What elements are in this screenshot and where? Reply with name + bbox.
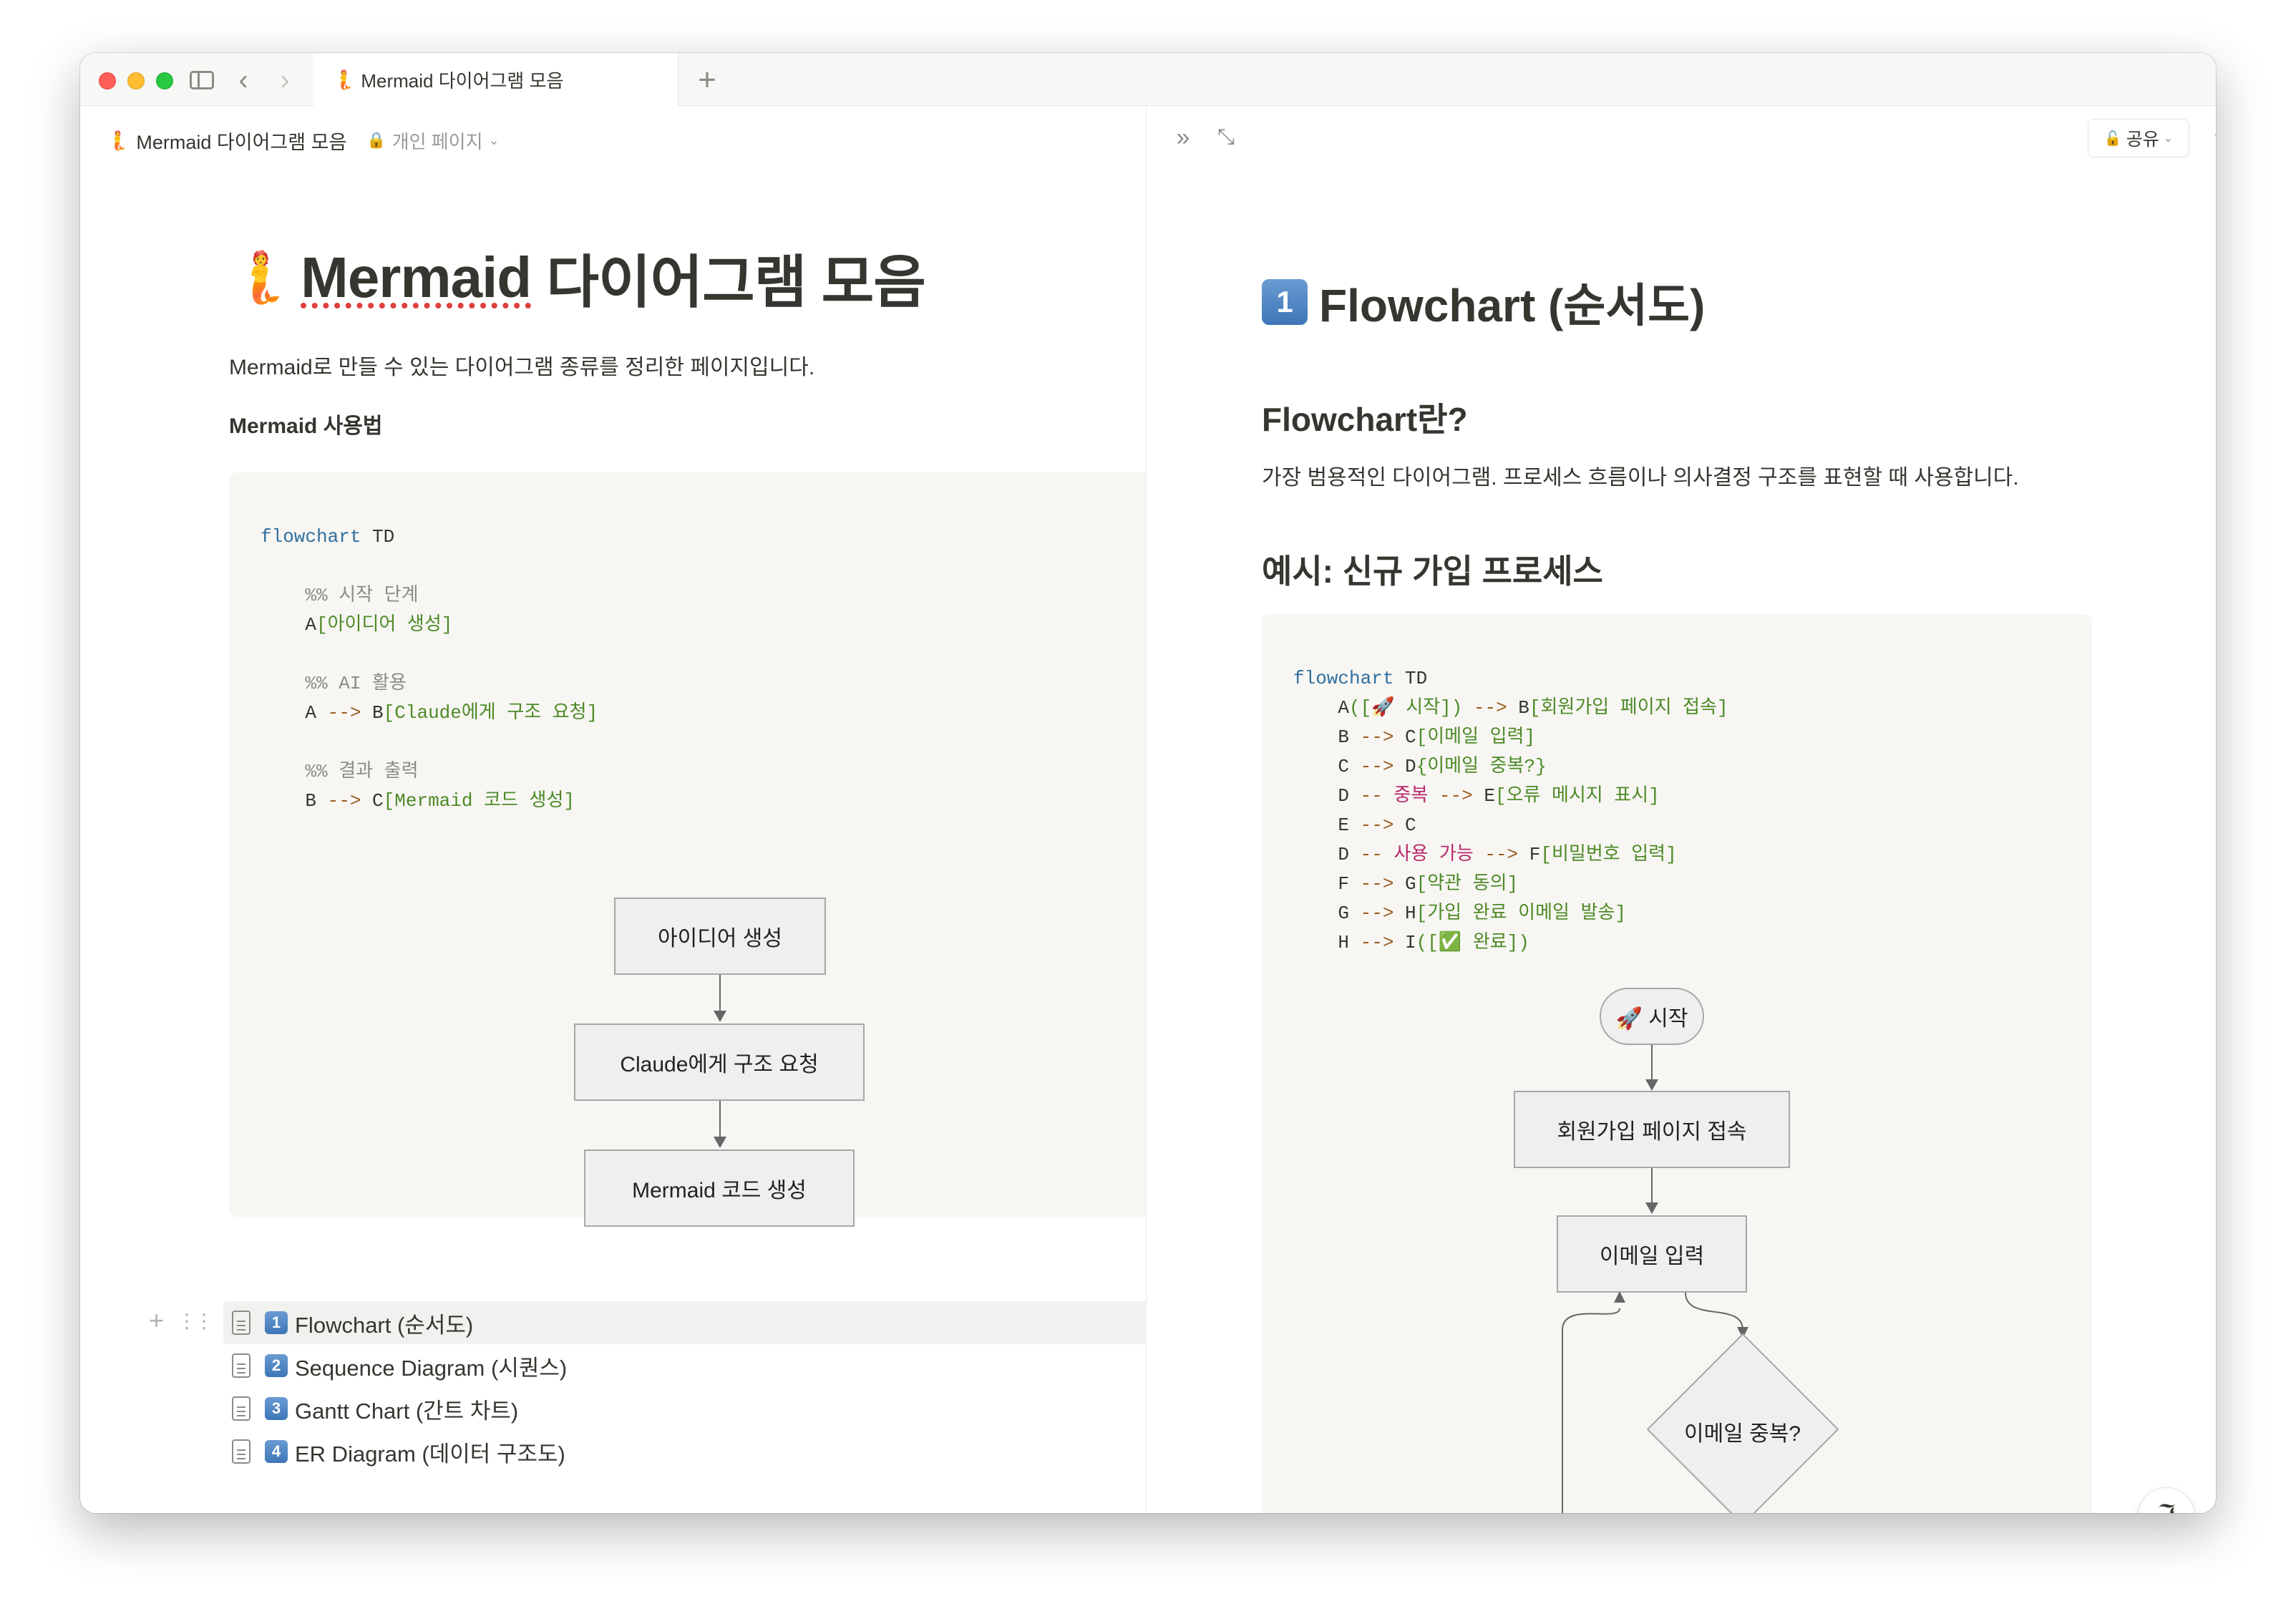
example-code-block[interactable]: flowchart TD A([🚀 시작]) --> B[회원가입 페이지 접속…: [1262, 614, 2092, 1513]
subpage-link-sequence[interactable]: 2 Sequence Diagram (시퀀스): [223, 1344, 1146, 1387]
diagram-node-claude: Claude에게 구조 요청: [574, 1024, 865, 1101]
minimize-window-button[interactable]: [127, 72, 145, 89]
page-title[interactable]: 🧜 Mermaid 다이어그램 모음: [229, 236, 926, 319]
privacy-label[interactable]: 개인 페이지: [392, 127, 483, 154]
subpage-link-er[interactable]: 4 ER Diagram (데이터 구조도): [223, 1430, 1146, 1473]
close-window-button[interactable]: [99, 72, 116, 89]
page-title-word: Mermaid: [301, 245, 532, 309]
notion-ai-button[interactable]: ℑ: [2138, 1487, 2195, 1513]
page-icon: [232, 1311, 250, 1335]
code-node-id: A: [305, 614, 317, 636]
subpage-label: Gantt Chart (간트 차트): [295, 1398, 519, 1424]
code-node-text: [Mermaid 코드 생성]: [383, 790, 575, 812]
chevron-down-icon: ⌄: [2163, 132, 2174, 145]
page-icon: [232, 1439, 250, 1464]
add-block-icon[interactable]: +: [149, 1306, 164, 1336]
lock-icon: 🔓: [2103, 130, 2122, 147]
mermaid-emoji-icon[interactable]: 🧜: [229, 248, 291, 307]
subpage-label: Sequence Diagram (시퀀스): [295, 1355, 568, 1381]
back-arrow-icon[interactable]: ‹: [229, 66, 258, 94]
number-badge-icon: 3: [265, 1397, 288, 1420]
subpage-label: ER Diagram (데이터 구조도): [295, 1441, 565, 1467]
expand-icon[interactable]: ⤡: [1210, 122, 1242, 153]
example-heading[interactable]: 예시: 신규 가입 프로세스: [1262, 545, 1603, 593]
diagram-edge: [719, 975, 721, 1013]
code-node-id: A: [305, 702, 317, 724]
code-text[interactable]: flowchart TD %% 시작 단계 A[아이디어 생성] %% AI 활…: [261, 522, 598, 816]
drag-handle-icon[interactable]: ⋮⋮: [177, 1309, 214, 1333]
subpage-link-gantt[interactable]: 3 Gantt Chart (간트 차트): [223, 1387, 1146, 1430]
mermaid-emoji-icon: 🧜: [332, 68, 356, 90]
mermaid-emoji-icon: 🧜: [106, 129, 130, 151]
mermaid-code-block[interactable]: flowchart TD %% 시작 단계 A[아이디어 생성] %% AI 활…: [229, 472, 1146, 1227]
lock-icon: 🔒: [366, 131, 386, 149]
page-title-rest: 다이어그램 모음: [531, 251, 925, 314]
code-direction: TD: [361, 526, 395, 548]
subpage-link-flowchart[interactable]: 1 Flowchart (순서도): [223, 1301, 1146, 1344]
diagram-edge: [1685, 1292, 1743, 1331]
diagram-edge-loop: [1562, 1308, 1620, 1513]
zoom-window-button[interactable]: [156, 72, 173, 89]
decision-label: 이메일 중복?: [1684, 1422, 1801, 1446]
code-node-id: B: [305, 790, 317, 812]
share-label: 공유: [2126, 130, 2159, 150]
block-handles: + ⋮⋮: [149, 1306, 214, 1336]
favorite-star-icon[interactable]: ☆: [2209, 122, 2216, 153]
section-heading[interactable]: Flowchart란?: [1262, 394, 1468, 441]
side-peek-pane: » ⤡ 🔓 공유 ⌄ ☆ ··· 1 Flowchart (순서도) Flowc…: [1147, 106, 2216, 1513]
main-page-pane: 🧜 Mermaid 다이어그램 모음 🔒 개인 페이지 ⌄ 🧜 Mermaid …: [80, 106, 1147, 1513]
subpage-label: Flowchart (순서도): [295, 1312, 474, 1338]
tab-mermaid[interactable]: 🧜 Mermaid 다이어그램 모음: [313, 53, 678, 106]
code-node-id: C: [372, 790, 384, 812]
page-icon: [232, 1396, 250, 1421]
subpage-list: 1 Flowchart (순서도) 2 Sequence Diagram (시퀀…: [223, 1301, 1146, 1473]
section-description[interactable]: 가장 범용적인 다이어그램. 프로세스 흐름이나 의사결정 구조를 표현할 때 …: [1262, 460, 2019, 491]
number-badge-icon: 1: [1262, 279, 1308, 325]
code-node-text: [Claude에게 구조 요청]: [383, 702, 598, 724]
code-node-id: B: [372, 702, 384, 724]
tab-bar: ‹ › 🧜 Mermaid 다이어그램 모음 +: [80, 53, 2216, 106]
diagram-edge: [719, 1101, 721, 1139]
share-button[interactable]: 🔓 공유 ⌄: [2088, 119, 2189, 157]
peek-page-title[interactable]: 1 Flowchart (순서도): [1262, 269, 1705, 335]
diagram-node-idea: 아이디어 생성: [614, 898, 826, 975]
usage-heading[interactable]: Mermaid 사용법: [229, 408, 383, 439]
intro-paragraph[interactable]: Mermaid로 만들 수 있는 다이어그램 종류를 정리한 페이지입니다.: [229, 349, 814, 381]
number-badge-icon: 4: [265, 1440, 288, 1463]
forward-arrow-icon[interactable]: ›: [271, 66, 299, 94]
app-window: ‹ › 🧜 Mermaid 다이어그램 모음 + 🧜 Mermaid 다이어그램…: [80, 53, 2216, 1513]
number-badge-icon: 2: [265, 1354, 288, 1377]
code-arrow: -->: [316, 702, 373, 724]
new-tab-plus-icon[interactable]: +: [693, 62, 721, 97]
code-comment: %% AI 활용: [305, 673, 407, 694]
arrow-head-icon: [714, 1011, 726, 1022]
code-comment: %% 결과 출력: [305, 761, 419, 782]
arrow-head-icon: [1614, 1291, 1625, 1303]
chevron-down-icon[interactable]: ⌄: [489, 133, 500, 148]
arrow-head-icon: [714, 1137, 726, 1148]
breadcrumb-title[interactable]: Mermaid 다이어그램 모음: [136, 127, 346, 155]
code-arrow: -->: [316, 790, 373, 812]
close-peek-icon[interactable]: »: [1167, 122, 1199, 153]
page-icon: [232, 1353, 250, 1378]
sidebar-toggle-icon[interactable]: [188, 66, 216, 94]
diagram-node-mermaid: Mermaid 코드 생성: [584, 1149, 855, 1227]
diagram-edges: [1562, 1291, 1748, 1513]
breadcrumb[interactable]: 🧜 Mermaid 다이어그램 모음 🔒 개인 페이지 ⌄: [106, 126, 500, 155]
tab-title: Mermaid 다이어그램 모음: [361, 69, 564, 92]
code-keyword: flowchart: [261, 526, 361, 548]
code-comment: %% 시작 단계: [305, 585, 419, 606]
number-badge-icon: 1: [265, 1311, 288, 1334]
peek-title-text: Flowchart (순서도): [1319, 280, 1706, 331]
code-node-text: [아이디어 생성]: [316, 614, 453, 636]
